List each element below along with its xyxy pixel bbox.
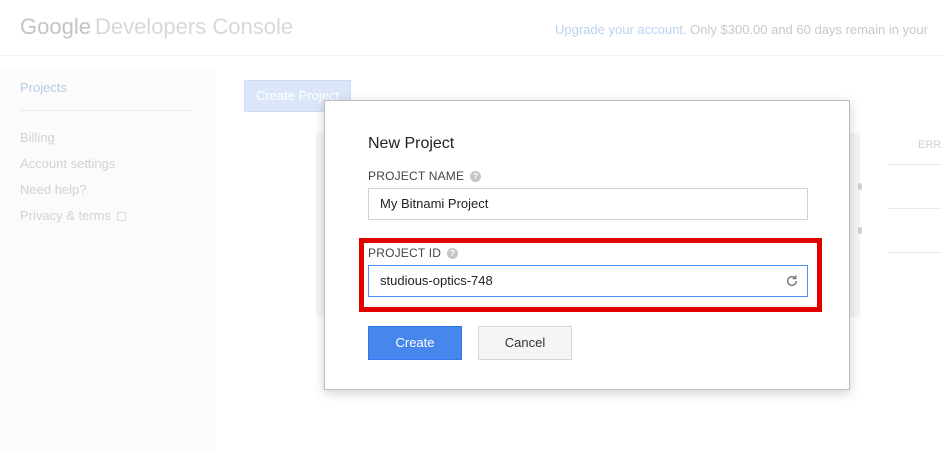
project-name-input[interactable]: My Bitnami Project: [368, 188, 808, 220]
trial-banner: Upgrade your account. Only $300.00 and 6…: [555, 22, 928, 37]
create-button[interactable]: Create: [368, 326, 462, 360]
logo-product-name: Developers Console: [94, 14, 294, 39]
dialog-title: New Project: [368, 135, 455, 152]
table-divider: [888, 252, 942, 253]
trial-remaining-text: Only $300.00 and 60 days remain in your: [690, 22, 928, 37]
table-row-marker: [858, 183, 862, 190]
top-bar: Google Developers Console Upgrade your ac…: [0, 0, 942, 56]
sidebar-divider: [20, 110, 192, 111]
logo-google: Google: [20, 14, 91, 39]
sidebar-item-label: Privacy & terms: [20, 208, 112, 223]
sidebar-item-need-help[interactable]: Need help?: [20, 182, 87, 197]
sidebar-item-account-settings[interactable]: Account settings: [20, 156, 115, 171]
highlight-annotation: [359, 238, 822, 312]
table-column-header-errors: ERR: [918, 139, 942, 151]
console-logo[interactable]: Google Developers Console: [20, 14, 293, 40]
external-link-icon: [117, 212, 127, 221]
cancel-button[interactable]: Cancel: [478, 326, 572, 360]
table-divider: [888, 208, 942, 209]
upgrade-account-link[interactable]: Upgrade your account.: [555, 22, 687, 37]
table-divider: [888, 164, 942, 165]
sidebar-item-billing[interactable]: Billing: [20, 130, 55, 145]
sidebar-item-projects[interactable]: Projects: [20, 80, 67, 95]
project-name-label: PROJECT NAME?: [368, 169, 482, 183]
sidebar-item-privacy-terms[interactable]: Privacy & terms: [20, 208, 127, 223]
project-name-label-text: PROJECT NAME: [368, 169, 465, 183]
help-icon[interactable]: ?: [470, 171, 482, 182]
table-row-marker: [858, 227, 862, 234]
sidebar: Projects Billing Account settings Need h…: [0, 70, 215, 451]
